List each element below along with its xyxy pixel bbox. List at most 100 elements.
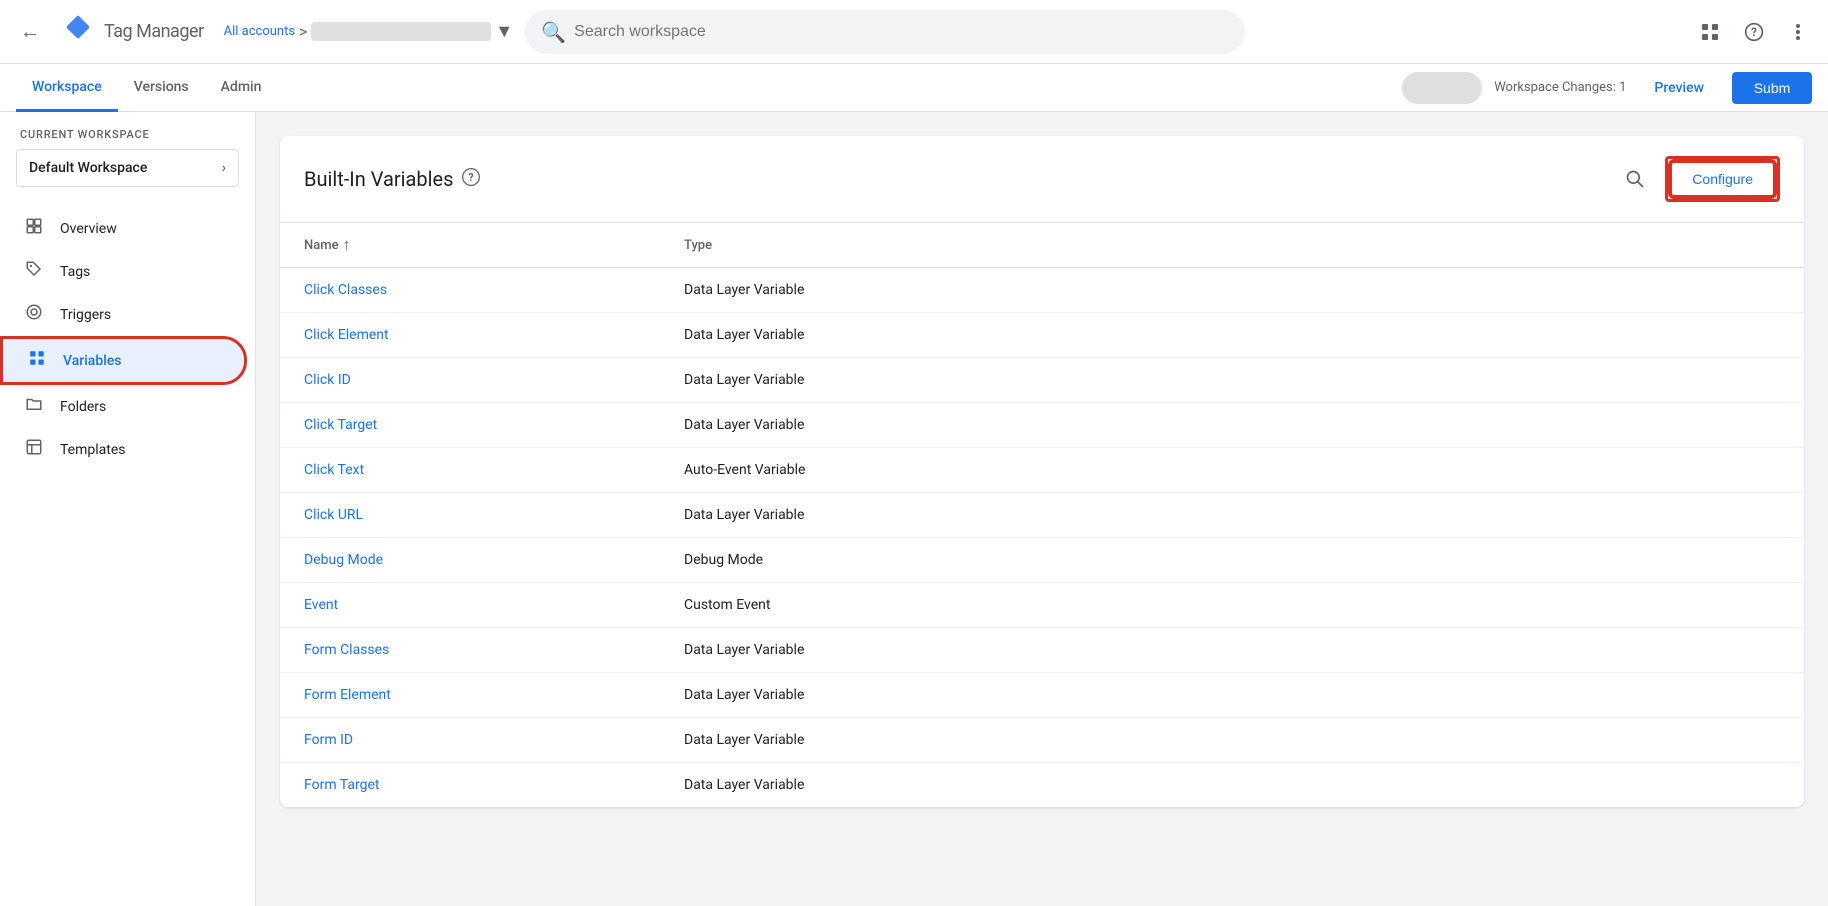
built-in-variables-title: Built-In Variables: [304, 167, 453, 191]
table-row: Click Classes Data Layer Variable: [280, 268, 1804, 313]
table-row: Form Classes Data Layer Variable: [280, 628, 1804, 673]
variables-highlight-wrapper: Variables: [0, 336, 247, 385]
user-avatar: [1402, 72, 1482, 104]
variable-name-link[interactable]: Form Classes: [304, 642, 684, 658]
sidebar-item-triggers[interactable]: Triggers: [0, 293, 247, 336]
apps-icon[interactable]: [1692, 14, 1728, 50]
table-row: Click Text Auto-Event Variable: [280, 448, 1804, 493]
sidebar-nav: Overview Tags Triggers: [0, 203, 255, 475]
triggers-icon: [24, 303, 44, 326]
account-dropdown-icon[interactable]: ▼: [495, 21, 513, 42]
workspace-section: CURRENT WORKSPACE Default Workspace ›: [0, 120, 255, 203]
table-row: Click ID Data Layer Variable: [280, 358, 1804, 403]
table-row: Click URL Data Layer Variable: [280, 493, 1804, 538]
variable-name-link[interactable]: Click ID: [304, 372, 684, 388]
variable-name-link[interactable]: Debug Mode: [304, 552, 684, 568]
variable-name-link[interactable]: Form ID: [304, 732, 684, 748]
content-area: Built-In Variables ? Configure: [256, 112, 1828, 906]
overview-icon: [24, 217, 44, 240]
all-accounts-link[interactable]: All accounts: [224, 24, 295, 39]
templates-icon: [24, 438, 44, 461]
table-body: Click Classes Data Layer Variable Click …: [280, 268, 1804, 807]
sidebar-item-variables[interactable]: Variables: [3, 339, 244, 382]
sidebar-item-label-tags: Tags: [60, 264, 90, 280]
table-row: Click Element Data Layer Variable: [280, 313, 1804, 358]
variable-name-link[interactable]: Click Classes: [304, 282, 684, 298]
variable-name-link[interactable]: Form Element: [304, 687, 684, 703]
sidebar-item-folders[interactable]: Folders: [0, 385, 247, 428]
topbar: ← Tag Manager All accounts > ▼ 🔍 ?: [0, 0, 1828, 64]
app-logo: Tag Manager: [60, 14, 204, 50]
tab-workspace[interactable]: Workspace: [16, 64, 118, 112]
col-name-header: Name ↑: [304, 235, 684, 255]
sidebar-item-templates[interactable]: Templates: [0, 428, 247, 471]
workspace-chevron-icon: ›: [222, 160, 226, 176]
submit-button[interactable]: Subm: [1732, 72, 1812, 104]
variable-name-link[interactable]: Click Element: [304, 327, 684, 343]
tab-versions[interactable]: Versions: [118, 64, 205, 112]
sidebar-item-tags[interactable]: Tags: [0, 250, 247, 293]
variable-type: Data Layer Variable: [684, 732, 1780, 748]
more-icon[interactable]: [1780, 14, 1816, 50]
workspace-name-label: Default Workspace: [29, 160, 147, 176]
help-icon[interactable]: ?: [1736, 14, 1772, 50]
search-input[interactable]: [574, 23, 1229, 41]
sidebar-item-label-folders: Folders: [60, 399, 106, 415]
variable-type: Custom Event: [684, 597, 1780, 613]
tab-admin[interactable]: Admin: [205, 64, 278, 112]
topbar-right-actions: ?: [1692, 14, 1816, 50]
sidebar-item-label-triggers: Triggers: [60, 307, 111, 323]
variable-type: Data Layer Variable: [684, 642, 1780, 658]
table-row: Debug Mode Debug Mode: [280, 538, 1804, 583]
sort-ascending-icon[interactable]: ↑: [343, 235, 351, 255]
sidebar-item-label-variables: Variables: [63, 353, 121, 369]
search-button[interactable]: [1617, 161, 1653, 197]
help-circle-icon[interactable]: ?: [461, 167, 481, 192]
col-type-header: Type: [684, 238, 1780, 253]
search-icon: 🔍: [541, 20, 566, 44]
back-button[interactable]: ←: [12, 14, 48, 50]
variable-name-link[interactable]: Click Target: [304, 417, 684, 433]
svg-text:?: ?: [1751, 25, 1757, 39]
variables-card: Built-In Variables ? Configure: [280, 136, 1804, 807]
breadcrumb-separator: >: [299, 22, 307, 41]
variable-type: Data Layer Variable: [684, 327, 1780, 343]
account-breadcrumb: All accounts > ▼: [224, 21, 514, 42]
variable-name-link[interactable]: Click Text: [304, 462, 684, 478]
card-title: Built-In Variables ?: [304, 167, 481, 192]
variable-type: Data Layer Variable: [684, 372, 1780, 388]
navbar: Workspace Versions Admin Workspace Chang…: [0, 64, 1828, 112]
table-row: Event Custom Event: [280, 583, 1804, 628]
variable-type: Debug Mode: [684, 552, 1780, 568]
main-layout: CURRENT WORKSPACE Default Workspace › Ov…: [0, 112, 1828, 906]
svg-text:?: ?: [469, 171, 474, 184]
variable-name-link[interactable]: Click URL: [304, 507, 684, 523]
variable-type: Data Layer Variable: [684, 282, 1780, 298]
app-name: Tag Manager: [104, 21, 204, 42]
table-row: Click Target Data Layer Variable: [280, 403, 1804, 448]
variables-icon: [27, 349, 47, 372]
configure-button[interactable]: Configure: [1670, 161, 1775, 197]
variable-type: Data Layer Variable: [684, 777, 1780, 793]
tags-icon: [24, 260, 44, 283]
sidebar-item-overview[interactable]: Overview: [0, 207, 247, 250]
variable-name-link[interactable]: Event: [304, 597, 684, 613]
variable-type: Data Layer Variable: [684, 417, 1780, 433]
preview-button[interactable]: Preview: [1638, 72, 1720, 104]
table-row: Form Element Data Layer Variable: [280, 673, 1804, 718]
table-row: Form ID Data Layer Variable: [280, 718, 1804, 763]
logo-icon: [60, 14, 96, 50]
account-name: [311, 22, 491, 41]
table-row: Form Target Data Layer Variable: [280, 763, 1804, 807]
table-header: Name ↑ Type: [280, 223, 1804, 268]
workspace-selector[interactable]: Default Workspace ›: [16, 149, 239, 187]
card-header: Built-In Variables ? Configure: [280, 136, 1804, 223]
search-bar: 🔍: [525, 10, 1245, 54]
variable-name-link[interactable]: Form Target: [304, 777, 684, 793]
sidebar-item-label-templates: Templates: [60, 442, 126, 458]
navbar-right: Workspace Changes: 1 Preview Subm: [1402, 72, 1812, 104]
sidebar: CURRENT WORKSPACE Default Workspace › Ov…: [0, 112, 256, 906]
variable-type: Data Layer Variable: [684, 507, 1780, 523]
sidebar-item-label-overview: Overview: [60, 221, 117, 237]
variable-type: Data Layer Variable: [684, 687, 1780, 703]
